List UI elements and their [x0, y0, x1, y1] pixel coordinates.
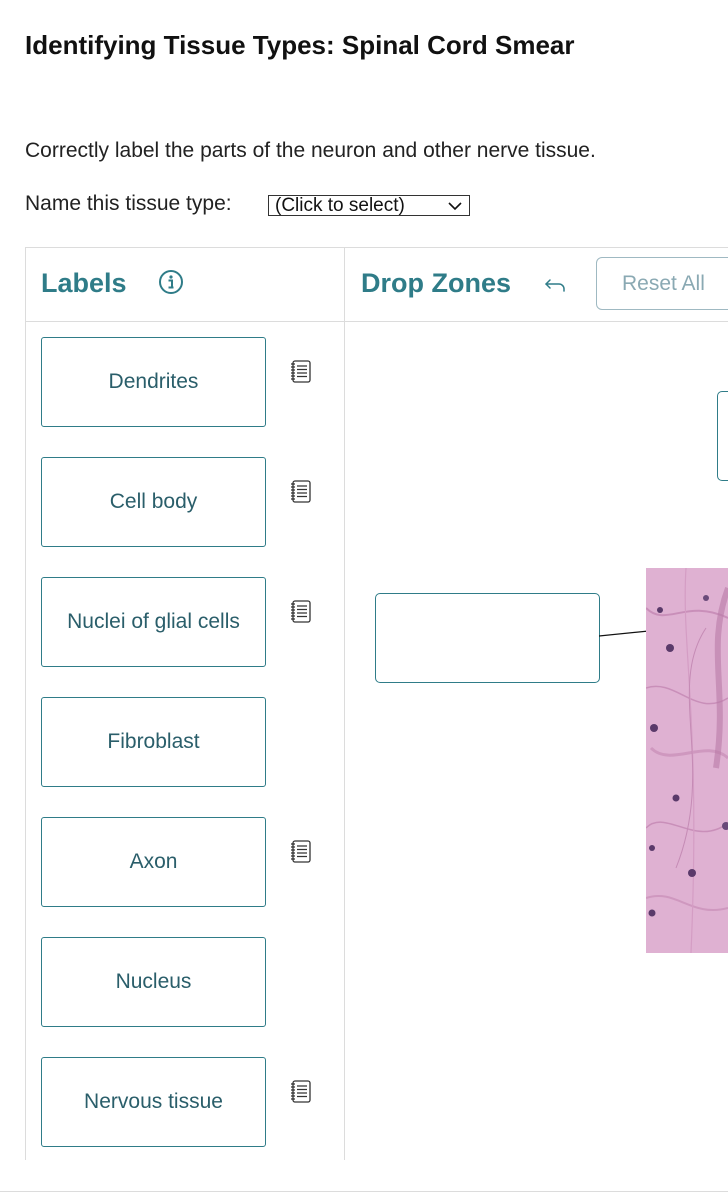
label-tile[interactable]: Nucleus	[41, 937, 266, 1027]
spinal-cord-micrograph	[646, 568, 728, 953]
notes-icon[interactable]	[289, 1078, 313, 1104]
notes-icon[interactable]	[289, 598, 313, 624]
drop-zone[interactable]	[375, 593, 600, 683]
page-bottom-rule	[0, 1191, 728, 1192]
tissue-type-prompt: Name this tissue type:	[25, 192, 232, 215]
notes-icon[interactable]	[289, 358, 313, 384]
label-tile[interactable]: Nuclei of glial cells	[41, 577, 266, 667]
instructions-text: Correctly label the parts of the neuron …	[25, 139, 596, 162]
label-tile[interactable]: Cell body	[41, 457, 266, 547]
notes-icon[interactable]	[289, 838, 313, 864]
label-tile[interactable]: Dendrites	[41, 337, 266, 427]
chevron-down-icon	[448, 202, 462, 211]
labels-heading: Labels	[41, 268, 127, 298]
notes-icon[interactable]	[289, 478, 313, 504]
panel-header-divider	[25, 321, 728, 322]
page-title: Identifying Tissue Types: Spinal Cord Sm…	[25, 30, 575, 60]
panel-divider	[344, 247, 345, 1160]
label-tile[interactable]: Nervous tissue	[41, 1057, 266, 1147]
tissue-select-value: (Click to select)	[275, 195, 405, 216]
info-icon[interactable]	[158, 269, 184, 295]
tissue-type-select[interactable]: (Click to select)	[268, 195, 470, 216]
label-tile[interactable]: Fibroblast	[41, 697, 266, 787]
label-tile[interactable]: Axon	[41, 817, 266, 907]
reset-all-button[interactable]: Reset All	[596, 257, 728, 310]
drop-zone[interactable]	[717, 391, 728, 481]
undo-icon[interactable]	[544, 275, 568, 295]
drop-zones-heading: Drop Zones	[361, 268, 512, 298]
